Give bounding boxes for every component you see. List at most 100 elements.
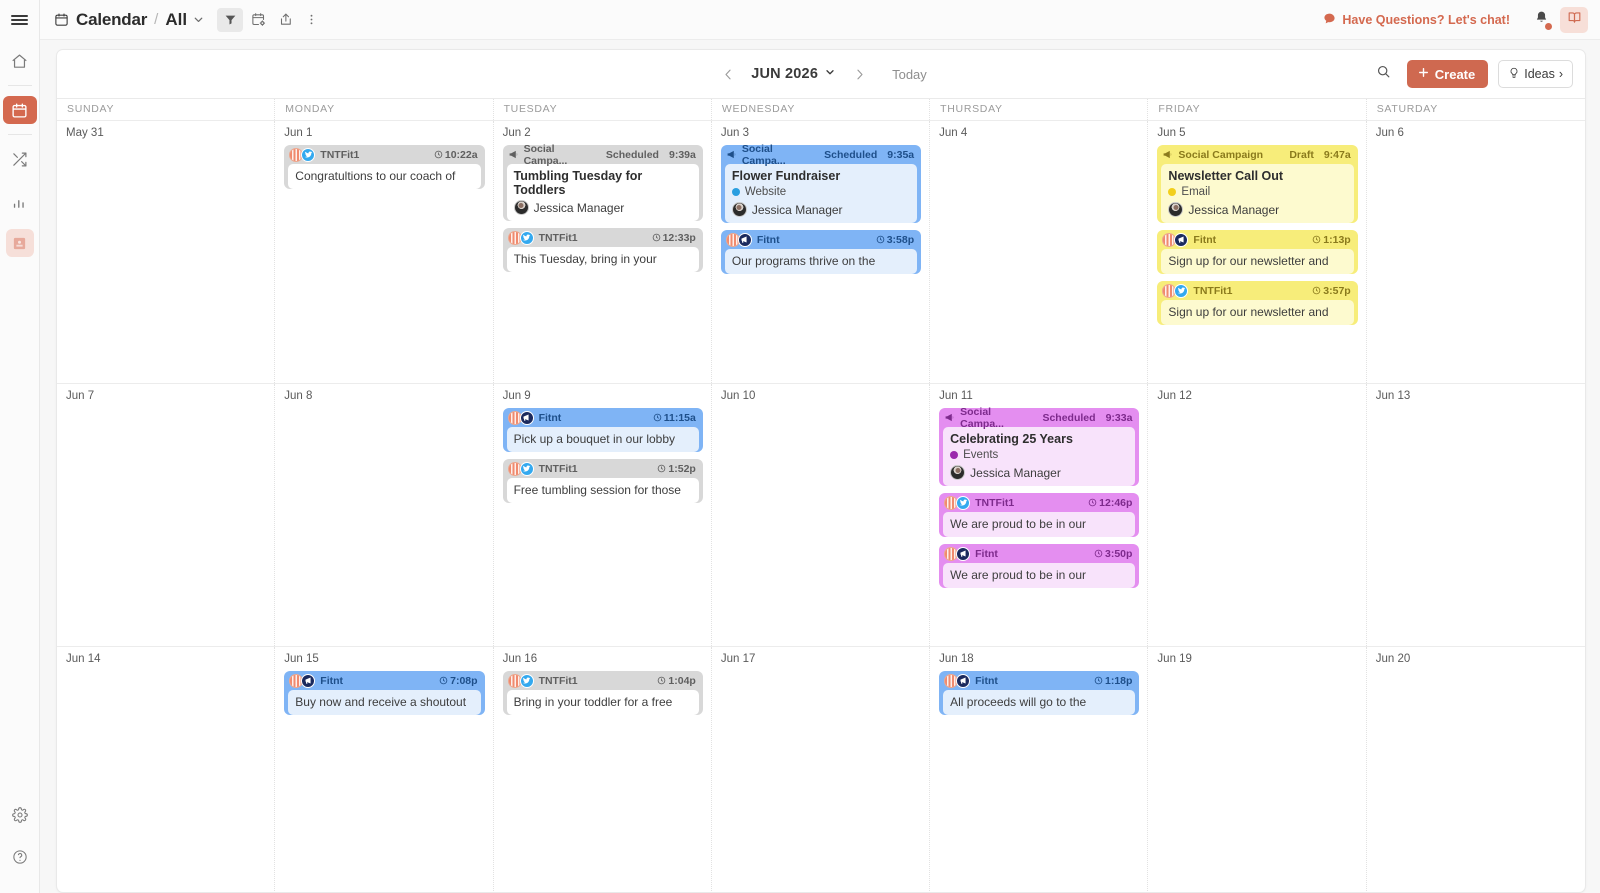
calendar-day-cell[interactable]: Jun 2Social Campa...Scheduled9:39aTumbli… bbox=[494, 121, 712, 383]
calendar-settings-icon[interactable] bbox=[245, 8, 271, 32]
facebook-channel-icon bbox=[944, 674, 970, 688]
sidebar-item-analytics[interactable] bbox=[6, 187, 34, 215]
account-name: TNTFit1 bbox=[539, 675, 578, 687]
day-of-week-header: SUNDAYMONDAYTUESDAYWEDNESDAYTHURSDAYFRID… bbox=[57, 99, 1585, 120]
campaign-label: Social Campa... bbox=[960, 406, 1032, 430]
event-status: Scheduled bbox=[824, 149, 877, 161]
post-event-card[interactable]: Fitnt3:58pOur programs thrive on the bbox=[721, 230, 921, 274]
calendar-day-cell[interactable]: Jun 18Fitnt1:18pAll proceeds will go to … bbox=[930, 647, 1148, 893]
post-preview-text: Buy now and receive a shoutout bbox=[295, 695, 473, 709]
post-preview-text: Pick up a bouquet in our lobby bbox=[514, 432, 692, 446]
campaign-event-card[interactable]: Social Campa...Scheduled9:39aTumbling Tu… bbox=[503, 145, 703, 221]
calendar-day-cell[interactable]: Jun 6 bbox=[1367, 121, 1585, 383]
day-number: Jun 19 bbox=[1157, 653, 1357, 665]
more-options-icon[interactable] bbox=[301, 8, 321, 32]
calendar-day-cell[interactable]: Jun 14 bbox=[57, 647, 275, 893]
twitter-channel-icon bbox=[508, 462, 534, 476]
day-number: Jun 12 bbox=[1157, 390, 1357, 402]
calendar-day-cell[interactable]: Jun 19 bbox=[1148, 647, 1366, 893]
sidebar-item-home[interactable] bbox=[6, 47, 34, 75]
calendar-day-cell[interactable]: May 31 bbox=[57, 121, 275, 383]
share-icon[interactable] bbox=[273, 8, 299, 32]
day-number: Jun 17 bbox=[721, 653, 921, 665]
post-event-card[interactable]: TNTFit112:46pWe are proud to be in our bbox=[939, 493, 1139, 537]
post-event-card[interactable]: TNTFit11:04pBring in your toddler for a … bbox=[503, 671, 703, 715]
ideas-button[interactable]: Ideas › bbox=[1498, 60, 1573, 88]
campaign-event-card[interactable]: Social Campa...Scheduled9:35aFlower Fund… bbox=[721, 145, 921, 223]
calendar-day-cell[interactable]: Jun 20 bbox=[1367, 647, 1585, 893]
settings-gear-icon bbox=[12, 807, 28, 823]
campaign-title: Flower Fundraiser bbox=[732, 169, 910, 183]
event-card-body: All proceeds will go to the bbox=[943, 690, 1135, 715]
post-event-card[interactable]: TNTFit112:33pThis Tuesday, bring in your bbox=[503, 228, 703, 272]
next-month-button[interactable] bbox=[846, 61, 872, 87]
twitter-icon bbox=[520, 231, 534, 245]
campaign-label: Social Campa... bbox=[742, 143, 814, 167]
breadcrumb-scope[interactable]: All bbox=[165, 10, 187, 30]
top-bar: Calendar / All bbox=[40, 0, 1600, 40]
calendar-day-cell[interactable]: Jun 15Fitnt7:08pBuy now and receive a sh… bbox=[275, 647, 493, 893]
shuffle-icon bbox=[11, 151, 28, 168]
event-time: 3:58p bbox=[876, 234, 914, 246]
day-of-week-label: MONDAY bbox=[275, 99, 493, 120]
calendar-day-cell[interactable]: Jun 13 bbox=[1367, 384, 1585, 646]
today-button[interactable]: Today bbox=[892, 67, 927, 82]
calendar-day-cell[interactable]: Jun 1TNTFit110:22aCongratultions to our … bbox=[275, 121, 493, 383]
event-card-body: Sign up for our newsletter and bbox=[1161, 300, 1353, 325]
post-event-card[interactable]: TNTFit11:52pFree tumbling session for th… bbox=[503, 459, 703, 503]
campaign-title: Celebrating 25 Years bbox=[950, 432, 1128, 446]
calendar-day-cell[interactable]: Jun 10 bbox=[712, 384, 930, 646]
previous-month-button[interactable] bbox=[715, 61, 741, 87]
filter-icon[interactable] bbox=[217, 8, 243, 32]
sidebar-item-calendar[interactable] bbox=[3, 96, 37, 124]
day-number: May 31 bbox=[66, 127, 266, 139]
calendar-day-cell[interactable]: Jun 12 bbox=[1148, 384, 1366, 646]
post-event-card[interactable]: Fitnt3:50pWe are proud to be in our bbox=[939, 544, 1139, 588]
notifications-button[interactable] bbox=[1528, 7, 1554, 33]
post-event-card[interactable]: Fitnt1:18pAll proceeds will go to the bbox=[939, 671, 1139, 715]
calendar-day-cell[interactable]: Jun 17 bbox=[712, 647, 930, 893]
post-preview-text: Our programs thrive on the bbox=[732, 254, 910, 268]
calendar-toolbar-actions: Create Ideas › bbox=[1371, 60, 1585, 88]
lightbulb-icon bbox=[1508, 67, 1520, 82]
chevron-down-icon[interactable] bbox=[192, 13, 205, 26]
sidebar-item-inbox[interactable] bbox=[6, 229, 34, 257]
twitter-icon bbox=[956, 496, 970, 510]
post-event-card[interactable]: TNTFit13:57pSign up for our newsletter a… bbox=[1157, 281, 1357, 325]
calendar-day-cell[interactable]: Jun 3Social Campa...Scheduled9:35aFlower… bbox=[712, 121, 930, 383]
calendar-icon bbox=[11, 102, 28, 119]
calendar-day-cell[interactable]: Jun 11Social Campa...Scheduled9:33aCeleb… bbox=[930, 384, 1148, 646]
create-button[interactable]: Create bbox=[1407, 60, 1488, 88]
calendar-day-cell[interactable]: Jun 16TNTFit11:04pBring in your toddler … bbox=[494, 647, 712, 893]
post-preview-text: Bring in your toddler for a free bbox=[514, 695, 692, 709]
post-event-card[interactable]: TNTFit110:22aCongratultions to our coach… bbox=[284, 145, 484, 189]
post-preview-text: All proceeds will go to the bbox=[950, 695, 1128, 709]
calendar-day-cell[interactable]: Jun 8 bbox=[275, 384, 493, 646]
search-button[interactable] bbox=[1371, 61, 1397, 87]
campaign-event-card[interactable]: Social Campa...Scheduled9:33aCelebrating… bbox=[939, 408, 1139, 486]
event-status: Scheduled bbox=[606, 149, 659, 161]
calendar-day-cell[interactable]: Jun 9Fitnt11:15aPick up a bouquet in our… bbox=[494, 384, 712, 646]
calendar-week-row: May 31 Jun 1TNTFit110:22aCongratultions t… bbox=[57, 120, 1585, 383]
post-event-card[interactable]: Fitnt11:15aPick up a bouquet in our lobb… bbox=[503, 408, 703, 452]
calendar-day-cell[interactable]: Jun 4 bbox=[930, 121, 1148, 383]
event-card-body: Sign up for our newsletter and bbox=[1161, 249, 1353, 274]
tag-color-dot bbox=[732, 188, 740, 196]
account-name: TNTFit1 bbox=[320, 149, 359, 161]
event-status: Scheduled bbox=[1042, 412, 1095, 424]
campaign-event-card[interactable]: Social CampaignDraft9:47aNewsletter Call… bbox=[1157, 145, 1357, 223]
help-button[interactable] bbox=[6, 843, 34, 871]
chat-support-link[interactable]: Have Questions? Let's chat! bbox=[1323, 12, 1510, 28]
hamburger-icon[interactable] bbox=[0, 0, 40, 40]
event-card-header: TNTFit13:57p bbox=[1157, 281, 1357, 300]
settings-button[interactable] bbox=[6, 801, 34, 829]
day-number: Jun 20 bbox=[1376, 653, 1577, 665]
calendar-day-cell[interactable]: Jun 5Social CampaignDraft9:47aNewsletter… bbox=[1148, 121, 1366, 383]
post-event-card[interactable]: Fitnt7:08pBuy now and receive a shoutout bbox=[284, 671, 484, 715]
twitter-channel-icon bbox=[508, 231, 534, 245]
post-event-card[interactable]: Fitnt1:13pSign up for our newsletter and bbox=[1157, 230, 1357, 274]
month-selector[interactable]: JUN 2026 bbox=[741, 66, 846, 82]
calendar-day-cell[interactable]: Jun 7 bbox=[57, 384, 275, 646]
knowledge-book-button[interactable] bbox=[1560, 7, 1588, 33]
sidebar-item-publishing[interactable] bbox=[6, 145, 34, 173]
